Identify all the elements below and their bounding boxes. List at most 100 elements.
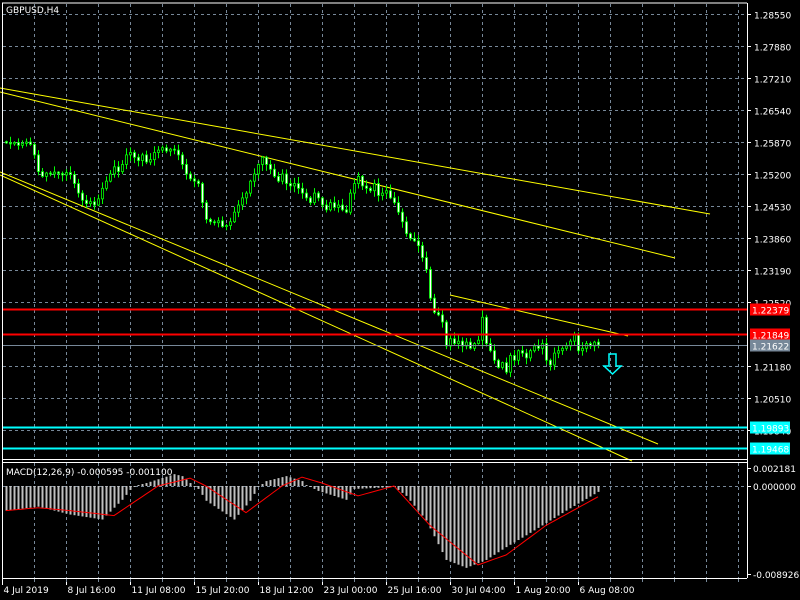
price-tick-label: 1.21180	[754, 364, 791, 374]
price-tick-label: 1.28550	[754, 12, 791, 22]
candle	[189, 171, 192, 182]
macd-histogram-bar	[37, 486, 40, 507]
candle-body	[317, 192, 320, 199]
candle-body	[313, 192, 316, 204]
candle	[177, 144, 180, 161]
macd-histogram-bar	[405, 486, 408, 496]
candle-body	[549, 359, 552, 366]
candle	[25, 138, 28, 147]
macd-histogram-bar	[305, 485, 308, 487]
macd-histogram-bar	[517, 486, 520, 541]
candle	[121, 160, 124, 175]
candle	[217, 217, 220, 228]
macd-histogram-bar	[185, 479, 188, 486]
macd-histogram-bar	[377, 486, 380, 488]
macd-histogram-bar	[509, 486, 512, 545]
candle	[169, 147, 172, 157]
candle-body	[513, 355, 516, 361]
macd-histogram-bar	[521, 486, 524, 538]
time-tick-label: 30 Jul 04:00	[452, 586, 506, 596]
candle	[329, 199, 332, 212]
macd-histogram-bar	[413, 486, 416, 506]
candle-body	[341, 204, 344, 211]
candle	[73, 171, 76, 189]
candle-body	[361, 175, 364, 187]
trendline[interactable]	[0, 171, 659, 445]
macd-histogram-bar	[353, 486, 356, 489]
candle	[85, 194, 88, 208]
candle-body	[577, 333, 580, 352]
macd-histogram-bar	[545, 486, 548, 523]
candle-body	[137, 156, 140, 162]
candle	[497, 358, 500, 369]
candle	[465, 338, 468, 350]
candle-body	[77, 183, 80, 194]
candle-body	[393, 197, 396, 204]
candle-body	[429, 269, 432, 299]
candle-body	[389, 190, 392, 199]
macd-histogram-bar	[549, 486, 552, 521]
macd-histogram-bar	[385, 486, 388, 488]
chart-canvas[interactable]: 1.28550 1.27880 1.27210 1.26540 1.25870 1.252…	[0, 0, 800, 600]
macd-histogram-bar	[217, 486, 220, 509]
time-axis[interactable]: 4 Jul 2019 8 Jul 16:00 11 Jul 08:00 15 Jul …	[2, 579, 739, 596]
candle	[193, 174, 196, 188]
candle-body	[189, 173, 192, 180]
candle	[41, 168, 44, 178]
candle-body	[289, 183, 292, 187]
macd-histogram-bar	[41, 486, 44, 508]
macd-histogram-bar	[589, 486, 592, 497]
macd-histogram-bar	[165, 476, 168, 486]
candle	[333, 196, 336, 211]
candle	[413, 232, 416, 242]
candle-body	[253, 173, 256, 182]
trendline[interactable]	[449, 294, 629, 337]
price-axis[interactable]: 1.28550 1.27880 1.27210 1.26540 1.25870 1.252…	[747, 12, 799, 582]
time-tick-label: 8 Jul 16:00	[68, 586, 117, 596]
candle-body	[21, 143, 24, 146]
macd-histogram-bar	[125, 486, 128, 495]
candle	[93, 196, 96, 210]
candle-body	[185, 164, 188, 175]
candle	[229, 217, 232, 230]
candle	[469, 338, 472, 350]
macd-histogram-bar	[501, 486, 504, 550]
price-tick-label: 1.23190	[754, 268, 791, 278]
time-tick-label: 4 Jul 2019	[4, 586, 49, 596]
macd-histogram-bar	[497, 486, 500, 553]
candle	[505, 357, 508, 375]
candle	[297, 177, 300, 194]
macd-histogram-bar	[593, 486, 596, 495]
candle	[409, 232, 412, 241]
candle-body	[437, 312, 440, 316]
macd-histogram-bar	[153, 480, 156, 486]
candle	[237, 200, 240, 218]
candle-body	[237, 204, 240, 213]
macd-histogram-bar	[473, 486, 476, 565]
time-tick-label: 15 Jul 20:00	[196, 586, 250, 596]
candle-body	[305, 192, 308, 199]
candle	[269, 160, 272, 175]
macd-tick-label: 0.000000	[753, 483, 796, 493]
down-arrow-icon[interactable]	[602, 353, 623, 376]
horizontal-lines[interactable]	[3, 308, 747, 450]
candle	[141, 152, 144, 167]
candle	[105, 176, 108, 191]
macd-histogram-bar	[49, 486, 52, 510]
candle-body	[269, 164, 272, 170]
candle	[181, 152, 184, 170]
candle-body	[357, 175, 360, 184]
macd-histogram-bar	[553, 486, 556, 519]
candle	[157, 146, 160, 159]
macd-histogram-bar	[417, 486, 420, 511]
macd-histogram-bar	[273, 479, 276, 486]
candle-body	[405, 221, 408, 235]
candle-body	[501, 362, 504, 368]
macd-histogram-bar	[397, 486, 400, 490]
candle-body	[41, 171, 44, 177]
macd-histogram-bar	[121, 486, 124, 500]
macd-histogram-bar	[561, 486, 564, 514]
candle	[389, 184, 392, 200]
candle	[249, 179, 252, 197]
trendline[interactable]	[0, 174, 633, 462]
